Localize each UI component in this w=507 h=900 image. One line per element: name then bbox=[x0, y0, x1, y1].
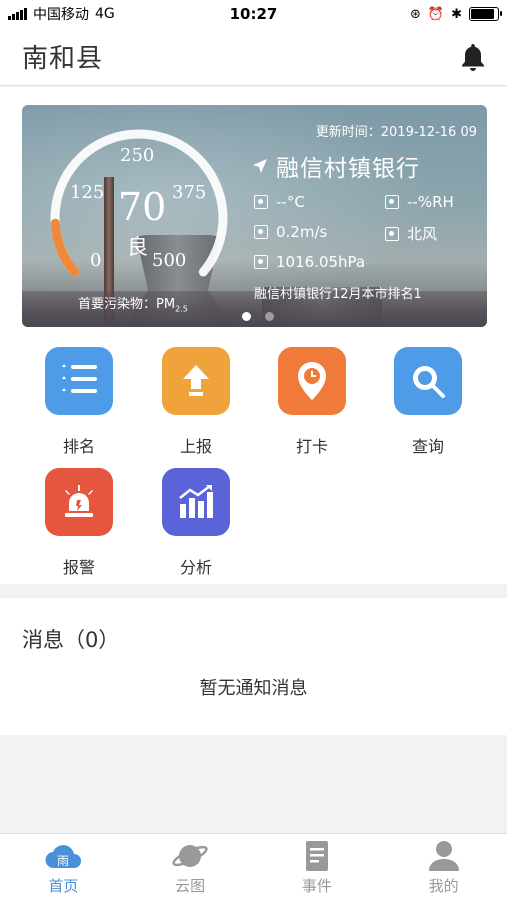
humidity-value: --%RH bbox=[407, 193, 454, 211]
rank-text: 融信村镇银行12月本市排名1 bbox=[254, 287, 422, 302]
alarm-clock-icon: ⏰ bbox=[427, 6, 445, 22]
humidity-item: --%RH bbox=[385, 193, 454, 211]
tab-bar: 雨 首页 云图 事件 我的 bbox=[0, 833, 507, 900]
search-icon bbox=[394, 347, 462, 415]
status-left: 中国移动 4G bbox=[8, 4, 115, 24]
person-icon bbox=[428, 841, 459, 871]
pollutant-subscript: 2.5 bbox=[175, 304, 188, 314]
bank-name: 融信村镇银行 bbox=[276, 156, 420, 182]
tab-label: 我的 bbox=[428, 877, 459, 895]
document-icon bbox=[305, 841, 328, 871]
tab-label: 云图 bbox=[175, 877, 206, 895]
planet-icon bbox=[172, 845, 208, 867]
location-clock-icon bbox=[278, 347, 346, 415]
pressure-value: 1016.05hPa bbox=[276, 253, 366, 271]
rotation-lock-icon: ⊛ bbox=[410, 6, 421, 22]
primary-pollutant: 首要污染物：PM2.5 bbox=[78, 293, 188, 314]
temperature-value: --°C bbox=[276, 193, 305, 211]
bank-row: 融信村镇银行 bbox=[252, 149, 420, 183]
tab-mine[interactable]: 我的 bbox=[380, 834, 507, 900]
carrier: 中国移动 bbox=[33, 7, 89, 23]
function-checkin[interactable]: 打卡 bbox=[267, 347, 357, 457]
home-badge-text: 雨 bbox=[57, 854, 69, 868]
wind-speed-value: 0.2m/s bbox=[276, 223, 328, 241]
update-time: 更新时间：2019-12-16 09 bbox=[315, 125, 477, 140]
function-search[interactable]: 查询 bbox=[383, 347, 473, 457]
carousel-dot[interactable] bbox=[242, 312, 251, 321]
pressure-item: 1016.05hPa bbox=[254, 253, 365, 271]
gauge-tick-125: 125 bbox=[70, 182, 105, 203]
aqi-level: 良 bbox=[127, 235, 148, 259]
bluetooth-icon: ✱ bbox=[451, 6, 462, 22]
pollutant-name: PM bbox=[156, 297, 176, 312]
air-quality-banner[interactable]: 250 125 375 0 500 70 良 首要污染物：PM2.5 更新时间：… bbox=[22, 105, 487, 327]
list-icon bbox=[45, 347, 113, 415]
network-type: 4G bbox=[95, 6, 115, 22]
function-report[interactable]: 上报 bbox=[151, 347, 241, 457]
status-bar: 中国移动 4G 10:27 ⊛ ⏰ ✱ bbox=[0, 0, 507, 28]
carousel-dot[interactable] bbox=[265, 312, 274, 321]
bell-icon[interactable] bbox=[459, 42, 487, 72]
carousel-dots[interactable] bbox=[242, 312, 274, 321]
wind-direction-value: 北风 bbox=[407, 225, 438, 243]
tab-label: 首页 bbox=[48, 877, 79, 895]
gauge-tick-0: 0 bbox=[90, 250, 102, 271]
function-label: 上报 bbox=[179, 437, 212, 456]
status-right: ⊛ ⏰ ✱ bbox=[410, 6, 502, 22]
temperature-item: --°C bbox=[254, 193, 305, 211]
wind-direction-item: 北风 bbox=[385, 223, 437, 244]
function-label: 排名 bbox=[62, 437, 95, 456]
home-cloud-icon: 雨 bbox=[45, 845, 82, 869]
alarm-icon bbox=[45, 468, 113, 536]
upload-icon bbox=[162, 347, 230, 415]
messages-title: 消息（0） bbox=[22, 628, 120, 652]
function-analysis[interactable]: 分析 bbox=[151, 468, 241, 578]
pressure-icon bbox=[254, 255, 268, 269]
pollutant-label: 首要污染物： bbox=[78, 297, 157, 312]
function-alarm[interactable]: 报警 bbox=[34, 468, 124, 578]
function-label: 分析 bbox=[179, 558, 212, 577]
navigation-arrow-icon bbox=[253, 159, 267, 173]
function-label: 查询 bbox=[411, 437, 444, 456]
aqi-value: 70 bbox=[118, 185, 167, 229]
gauge-tick-250: 250 bbox=[120, 145, 155, 166]
tab-events[interactable]: 事件 bbox=[254, 834, 381, 900]
app-header: 南和县 bbox=[0, 28, 507, 86]
tab-cloud-map[interactable]: 云图 bbox=[127, 834, 254, 900]
gauge-tick-375: 375 bbox=[172, 182, 207, 203]
function-rank[interactable]: 排名 bbox=[34, 347, 124, 457]
signal-icon bbox=[8, 8, 27, 20]
page-title: 南和县 bbox=[22, 44, 104, 74]
gauge-fill bbox=[50, 218, 80, 277]
flag-icon bbox=[385, 226, 399, 241]
battery-icon bbox=[469, 7, 502, 21]
gauge-tick-500: 500 bbox=[152, 250, 187, 271]
fan-icon bbox=[254, 225, 268, 239]
humidity-icon bbox=[385, 195, 399, 209]
chart-icon bbox=[162, 468, 230, 536]
messages-section: 消息（0） 暂无通知消息 bbox=[0, 598, 507, 735]
function-label: 打卡 bbox=[295, 437, 328, 456]
tab-home[interactable]: 雨 首页 bbox=[0, 834, 127, 900]
function-label: 报警 bbox=[62, 558, 95, 577]
thermometer-icon bbox=[254, 195, 268, 209]
messages-empty-text: 暂无通知消息 bbox=[199, 678, 308, 699]
tab-label: 事件 bbox=[301, 877, 332, 895]
wind-speed-item: 0.2m/s bbox=[254, 223, 327, 241]
